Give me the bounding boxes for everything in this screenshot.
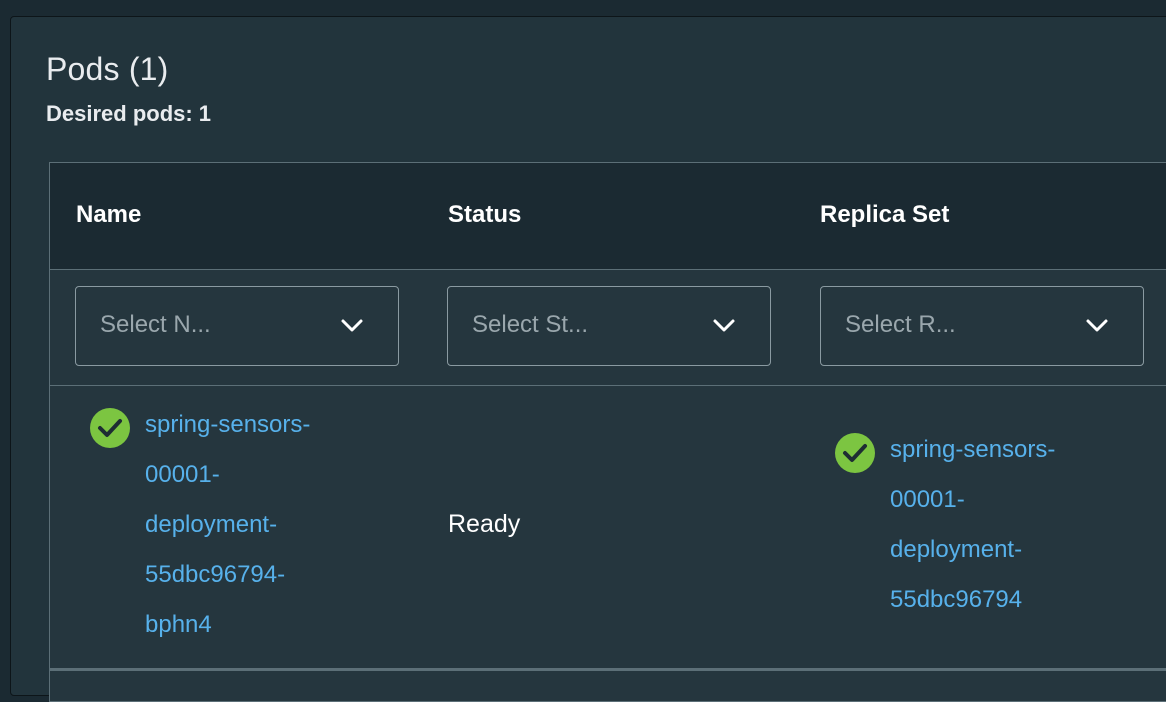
pod-name-line: deployment- (145, 511, 278, 538)
pod-status: Ready (448, 510, 521, 538)
replica-set-line: 55dbc96794 (890, 586, 1023, 613)
status-filter-placeholder: Select St... (472, 311, 589, 338)
name-filter-placeholder: Select N... (100, 311, 211, 338)
check-circle-icon (90, 408, 130, 448)
column-header-name[interactable]: Name (76, 201, 141, 229)
name-filter-select[interactable]: Select N... (75, 286, 399, 366)
table-row: spring-sensors- 00001- deployment- 55dbc… (50, 386, 1166, 671)
chevron-down-icon (341, 319, 363, 332)
pod-name-line: bphn4 (145, 611, 212, 638)
pods-table: Name Status Replica Set Select N... Sele… (49, 162, 1166, 702)
pods-panel: Pods (1) Desired pods: 1 Name Status Rep… (10, 16, 1166, 702)
check-circle-icon (835, 433, 875, 473)
table-header: Name Status Replica Set (50, 163, 1166, 270)
replica-set-line: deployment- (890, 536, 1023, 563)
panel-title: Pods (1) (46, 51, 169, 87)
pod-name-line: spring-sensors- (145, 411, 311, 438)
chevron-down-icon (713, 319, 735, 332)
filter-row: Select N... Select St... Select R... (50, 270, 1166, 386)
status-filter-select[interactable]: Select St... (447, 286, 771, 366)
replica-set-line: spring-sensors- (890, 436, 1056, 463)
replica-set-filter-select[interactable]: Select R... (820, 286, 1144, 366)
column-header-replica-set[interactable]: Replica Set (820, 201, 949, 229)
pod-name-line: 55dbc96794- (145, 561, 286, 588)
desired-pods-label: Desired pods: 1 (46, 101, 212, 126)
replica-set-line: 00001- (890, 486, 965, 513)
chevron-down-icon (1086, 319, 1108, 332)
replica-set-link[interactable]: spring-sensors- 00001- deployment- 55dbc… (890, 425, 1055, 625)
pod-name-line: 00001- (145, 461, 220, 488)
column-header-status[interactable]: Status (448, 201, 521, 229)
pod-name-link[interactable]: spring-sensors- 00001- deployment- 55dbc… (145, 400, 310, 650)
replica-set-filter-placeholder: Select R... (845, 311, 956, 338)
